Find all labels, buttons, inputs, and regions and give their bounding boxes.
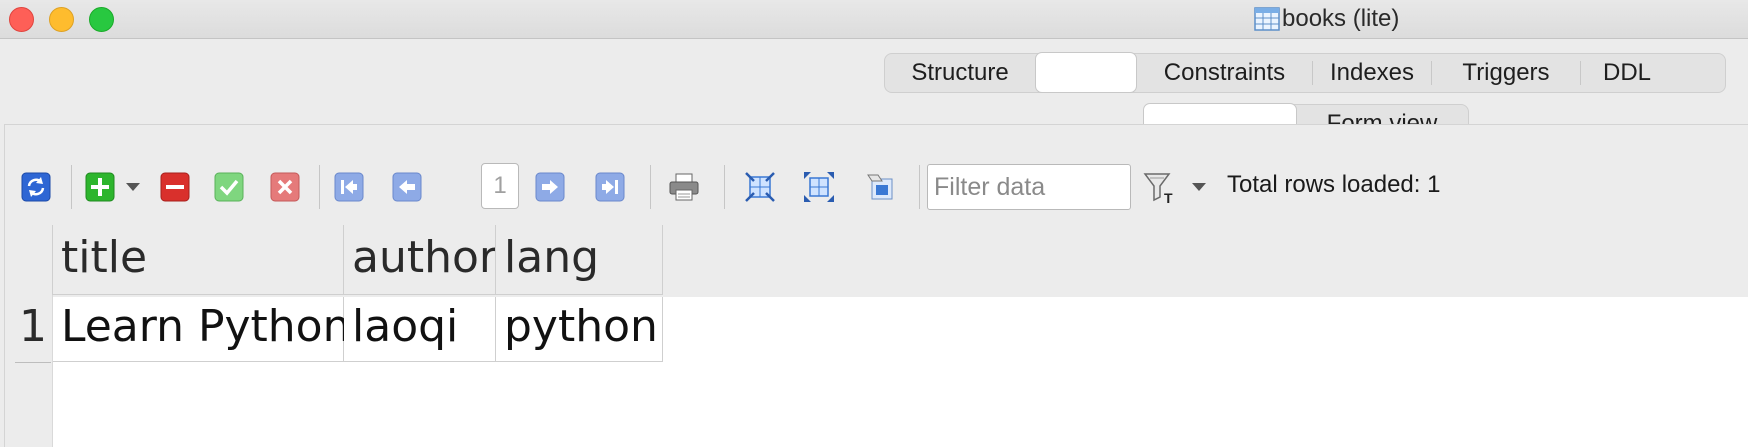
add-row-menu-chevron-down-icon[interactable] — [123, 171, 143, 203]
table-icon — [1254, 7, 1280, 31]
filter-menu-chevron-down-icon[interactable] — [1189, 171, 1209, 203]
toolbar-separator — [71, 165, 72, 209]
print-icon[interactable] — [668, 171, 700, 203]
add-row-icon[interactable] — [84, 171, 116, 203]
data-grid[interactable]: title author lang 1 Learn Python laoqi p… — [9, 225, 1748, 447]
tab-constraints[interactable]: Constraints — [1137, 54, 1312, 92]
last-page-icon[interactable] — [594, 171, 626, 203]
column-header-author[interactable]: author — [343, 225, 497, 295]
data-toolbar: T Total rows loaded: 1 — [5, 161, 1748, 213]
table-cell-title[interactable]: Learn Python — [53, 297, 350, 362]
page-number-input[interactable] — [481, 163, 519, 209]
title-bar: books (lite) — [0, 0, 1748, 39]
tab-triggers[interactable]: Triggers — [1432, 54, 1580, 92]
data-panel: T Total rows loaded: 1 title author lang… — [4, 124, 1748, 447]
toolbar-separator — [919, 165, 920, 209]
column-header-title[interactable]: title — [52, 225, 344, 295]
toolbar-separator — [319, 165, 320, 209]
row-number[interactable]: 1 — [15, 297, 51, 363]
filter-icon[interactable]: T — [1141, 170, 1177, 206]
rows-loaded-status: Total rows loaded: 1 — [1227, 171, 1441, 198]
table-cell-author[interactable]: laoqi — [344, 297, 496, 362]
column-header-lang[interactable]: lang — [495, 225, 663, 295]
filter-data-input[interactable] — [927, 164, 1131, 210]
tab-ddl[interactable]: DDL — [1581, 54, 1673, 92]
delete-row-icon[interactable] — [159, 171, 191, 203]
svg-text:T: T — [1164, 190, 1173, 205]
toolbar-separator — [724, 165, 725, 209]
toolbar-separator — [650, 165, 651, 209]
collapse-grid-icon[interactable] — [744, 171, 776, 203]
column-settings-icon[interactable] — [864, 171, 896, 203]
window-zoom-button[interactable] — [89, 7, 114, 32]
window-title-text: books (lite) — [1282, 5, 1400, 32]
tab-indexes[interactable]: Indexes — [1313, 54, 1431, 92]
next-page-icon[interactable] — [534, 171, 566, 203]
tab-structure[interactable]: Structure — [885, 54, 1035, 92]
window-minimize-button[interactable] — [49, 7, 74, 32]
window-title: books (lite) — [1254, 4, 1399, 34]
tabs-area: Structure Constraints Indexes Triggers D… — [0, 39, 1748, 144]
commit-icon[interactable] — [213, 171, 245, 203]
refresh-icon[interactable] — [20, 171, 52, 203]
first-page-icon[interactable] — [333, 171, 365, 203]
expand-grid-icon[interactable] — [803, 171, 835, 203]
tab-data[interactable] — [1035, 52, 1137, 93]
window-close-button[interactable] — [9, 7, 34, 32]
prev-page-icon[interactable] — [391, 171, 423, 203]
rollback-icon[interactable] — [269, 171, 301, 203]
table-cell-lang[interactable]: python — [496, 297, 663, 362]
main-tab-bar: Structure Constraints Indexes Triggers D… — [884, 52, 1726, 93]
